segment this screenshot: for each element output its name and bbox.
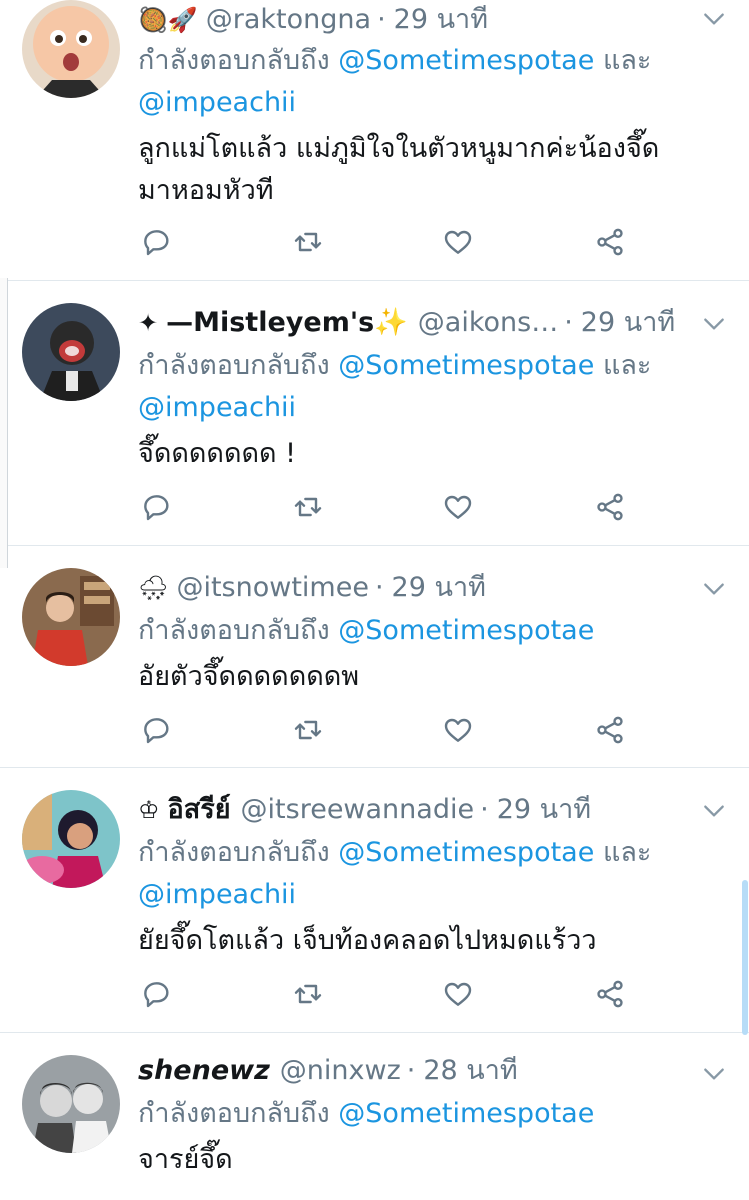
sparkle-icon: ✦ — [138, 309, 159, 337]
replying-to: กำลังตอบกลับถึง @Sometimespotae และ @imp… — [138, 832, 719, 916]
separator: · — [564, 307, 573, 338]
tweet[interactable]: 🌨 @itsnowtimee · 29 นาที กำลังตอบกลับถึง… — [0, 546, 749, 768]
tweet-actions — [140, 978, 640, 1014]
tweet[interactable]: shenewz @ninxwz · 28 นาที กำลังตอบกลับถึ… — [0, 1033, 749, 1200]
and-label: และ — [602, 350, 652, 381]
heart-icon[interactable] — [442, 978, 478, 1014]
tweet-actions — [140, 491, 640, 527]
tweet-text-line: มาหอมหัวที — [138, 175, 274, 206]
tweet-text-line: อัยตัวจึ๊ดดดดดดดพ — [138, 661, 360, 692]
reply-label: กำลังตอบกลับถึง — [138, 1098, 330, 1129]
chevron-down-icon[interactable] — [701, 798, 727, 824]
retweet-icon[interactable] — [292, 491, 328, 527]
cartoon-girl-avatar[interactable] — [22, 790, 120, 888]
chevron-down-icon[interactable] — [701, 311, 727, 337]
mention-link[interactable]: @Sometimespotae — [338, 615, 594, 646]
user-handle[interactable]: @aikons… — [418, 303, 558, 343]
masked-person-avatar[interactable] — [22, 303, 120, 401]
timestamp[interactable]: 29 นาที — [394, 0, 488, 40]
replying-to: กำลังตอบกลับถึง @Sometimespotae — [138, 610, 719, 652]
and-label: และ — [602, 837, 652, 868]
display-name[interactable]: shenewz — [138, 1051, 270, 1091]
replying-to: กำลังตอบกลับถึง @Sometimespotae และ @imp… — [138, 345, 719, 429]
mention-link[interactable]: @Sometimespotae — [338, 350, 594, 381]
left-edge-panel — [0, 278, 8, 568]
reply-icon[interactable] — [140, 714, 176, 750]
user-handle[interactable]: @raktongna — [206, 0, 371, 40]
retweet-icon[interactable] — [292, 714, 328, 750]
reply-label: กำลังตอบกลับถึง — [138, 615, 330, 646]
tweet-text-line: จารย์จึ๊ด — [138, 1144, 233, 1175]
display-name[interactable]: อิสรีย์ — [168, 790, 231, 830]
timestamp[interactable]: 29 นาที — [497, 790, 591, 830]
crown-icon: ♔ — [138, 796, 160, 824]
share-icon[interactable] — [594, 491, 630, 527]
separator: · — [377, 4, 386, 35]
mention-link[interactable]: @impeachii — [138, 392, 296, 423]
timestamp[interactable]: 28 นาที — [423, 1051, 517, 1091]
mention-link[interactable]: @Sometimespotae — [338, 1098, 594, 1129]
replying-to: กำลังตอบกลับถึง @Sometimespotae และ @imp… — [138, 40, 719, 124]
tweet-text-line: ลูกแม่โตแล้ว แม่ภูมิใจในตัวหนูมากค่ะน้อง… — [138, 133, 660, 164]
tweet-text: อัยตัวจึ๊ดดดดดดดพ — [138, 656, 709, 698]
reply-label: กำลังตอบกลับถึง — [138, 45, 330, 76]
share-icon[interactable] — [594, 714, 630, 750]
tweet-actions — [140, 714, 640, 750]
mention-link[interactable]: @Sometimespotae — [338, 837, 594, 868]
tweet-text: ยัยจึ๊ดโตแล้ว เจ็บท้องคลอดไปหมดแร้วว — [138, 920, 709, 962]
share-icon[interactable] — [594, 978, 630, 1014]
reply-icon[interactable] — [140, 226, 176, 262]
emoji: 🥘🚀 — [138, 6, 198, 34]
tweet-text: จารย์จึ๊ด — [138, 1139, 709, 1181]
tweet-header: 🌨 @itsnowtimee · 29 นาที — [138, 568, 689, 608]
tweet-header: shenewz @ninxwz · 28 นาที — [138, 1051, 689, 1091]
timestamp[interactable]: 29 นาที — [392, 568, 486, 608]
share-icon[interactable] — [594, 226, 630, 262]
mention-link[interactable]: @impeachii — [138, 87, 296, 118]
tweet[interactable]: ✦ —Mistleyem's✨ @aikons… · 29 นาที กำลัง… — [0, 281, 749, 546]
scrollbar-thumb[interactable] — [742, 880, 748, 1035]
two-people-bw-avatar[interactable] — [22, 1055, 120, 1153]
heart-icon[interactable] — [442, 491, 478, 527]
tweet-text-line: จึ๊ดดดดดดด ! — [138, 438, 296, 469]
separator: · — [480, 794, 489, 825]
user-handle[interactable]: @itsnowtimee — [176, 568, 368, 608]
reply-icon[interactable] — [140, 491, 176, 527]
tweet-text-line: ยัยจึ๊ดโตแล้ว เจ็บท้องคลอดไปหมดแร้วว — [138, 925, 597, 956]
display-name[interactable]: —Mistleyem's✨ — [166, 303, 408, 343]
tweet-header: ♔ อิสรีย์ @itsreewannadie · 29 นาที — [138, 790, 689, 830]
tweet-text: จึ๊ดดดดดดด ! — [138, 433, 709, 475]
replying-to: กำลังตอบกลับถึง @Sometimespotae — [138, 1093, 719, 1135]
tweet-header: ✦ —Mistleyem's✨ @aikons… · 29 นาที — [138, 303, 689, 343]
tweet-text: ลูกแม่โตแล้ว แม่ภูมิใจในตัวหนูมากค่ะน้อง… — [138, 128, 709, 212]
and-label: และ — [602, 45, 652, 76]
reply-label: กำลังตอบกลับถึง — [138, 837, 330, 868]
retweet-icon[interactable] — [292, 978, 328, 1014]
timestamp[interactable]: 29 นาที — [581, 303, 675, 343]
tweet-actions — [140, 226, 640, 262]
mention-link[interactable]: @impeachii — [138, 879, 296, 910]
snow-cloud-icon: 🌨 — [138, 574, 169, 602]
heart-icon[interactable] — [442, 226, 478, 262]
retweet-icon[interactable] — [292, 226, 328, 262]
person-red-shirt-avatar[interactable] — [22, 568, 120, 666]
tweet-header: 🥘🚀 @raktongna · 29 นาที — [138, 0, 689, 40]
user-handle[interactable]: @ninxwz — [280, 1051, 401, 1091]
tweet[interactable]: ♔ อิสรีย์ @itsreewannadie · 29 นาที กำลั… — [0, 768, 749, 1033]
tweet[interactable]: 🥘🚀 @raktongna · 29 นาที กำลังตอบกลับถึง … — [0, 0, 749, 281]
heart-icon[interactable] — [442, 714, 478, 750]
reply-icon[interactable] — [140, 978, 176, 1014]
user-handle[interactable]: @itsreewannadie — [241, 790, 475, 830]
chevron-down-icon[interactable] — [701, 1061, 727, 1087]
separator: · — [406, 1055, 416, 1086]
reply-label: กำลังตอบกลับถึง — [138, 350, 330, 381]
boss-baby-avatar[interactable] — [22, 0, 120, 98]
chevron-down-icon[interactable] — [701, 6, 727, 32]
tweet-feed: 🥘🚀 @raktongna · 29 นาที กำลังตอบกลับถึง … — [0, 0, 749, 1200]
mention-link[interactable]: @Sometimespotae — [338, 45, 594, 76]
chevron-down-icon[interactable] — [701, 576, 727, 602]
separator: · — [374, 572, 384, 603]
